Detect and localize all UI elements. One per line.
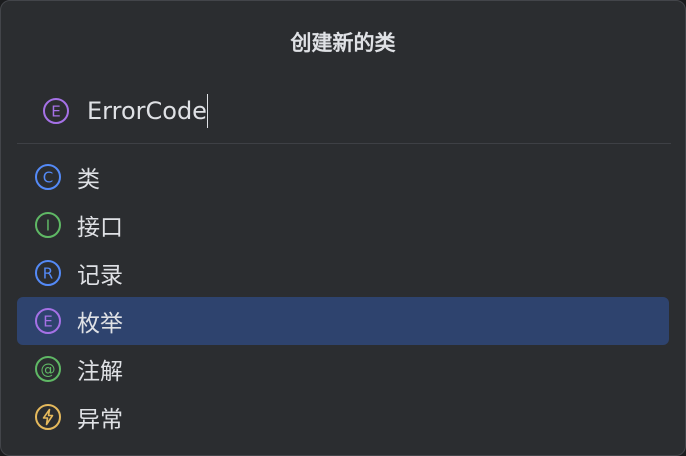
dialog-title: 创建新的类 [290, 31, 396, 55]
kind-item-exception[interactable]: 异常 [17, 393, 669, 441]
annotation-icon-letter: @ [41, 361, 56, 379]
create-class-dialog: 创建新的类 E ErrorCode C 类 I 接口 R 记录 E 枚举 @ 注… [0, 0, 686, 456]
enum-icon: E [41, 96, 71, 126]
annotation-icon: @ [33, 354, 63, 384]
separator [17, 143, 671, 144]
class-name-input[interactable]: ErrorCode [87, 94, 209, 128]
enum-icon-letter: E [51, 103, 60, 121]
class-name-row: E ErrorCode [41, 93, 209, 129]
class-icon-letter: C [43, 169, 53, 187]
record-icon-letter: R [43, 265, 53, 283]
enum-icon-letter: E [43, 313, 52, 331]
kind-item-interface[interactable]: I 接口 [17, 201, 669, 249]
class-name-value: ErrorCode [87, 97, 207, 125]
kind-label-exception: 异常 [77, 407, 123, 433]
kind-label-class: 类 [77, 167, 100, 193]
enum-icon: E [33, 306, 63, 336]
text-caret [206, 94, 209, 128]
kind-label-annotation: 注解 [77, 359, 123, 385]
kind-label-enum: 枚举 [77, 311, 123, 337]
class-kind-list: C 类 I 接口 R 记录 E 枚举 @ 注解 异常 [17, 153, 669, 441]
kind-item-enum[interactable]: E 枚举 [17, 297, 669, 345]
exception-icon [33, 402, 63, 432]
kind-label-record: 记录 [77, 263, 123, 289]
kind-item-annotation[interactable]: @ 注解 [17, 345, 669, 393]
kind-item-record[interactable]: R 记录 [17, 249, 669, 297]
class-icon: C [33, 162, 63, 192]
kind-item-class[interactable]: C 类 [17, 153, 669, 201]
record-icon: R [33, 258, 63, 288]
interface-icon-letter: I [46, 217, 50, 235]
interface-icon: I [33, 210, 63, 240]
kind-label-interface: 接口 [77, 215, 123, 241]
